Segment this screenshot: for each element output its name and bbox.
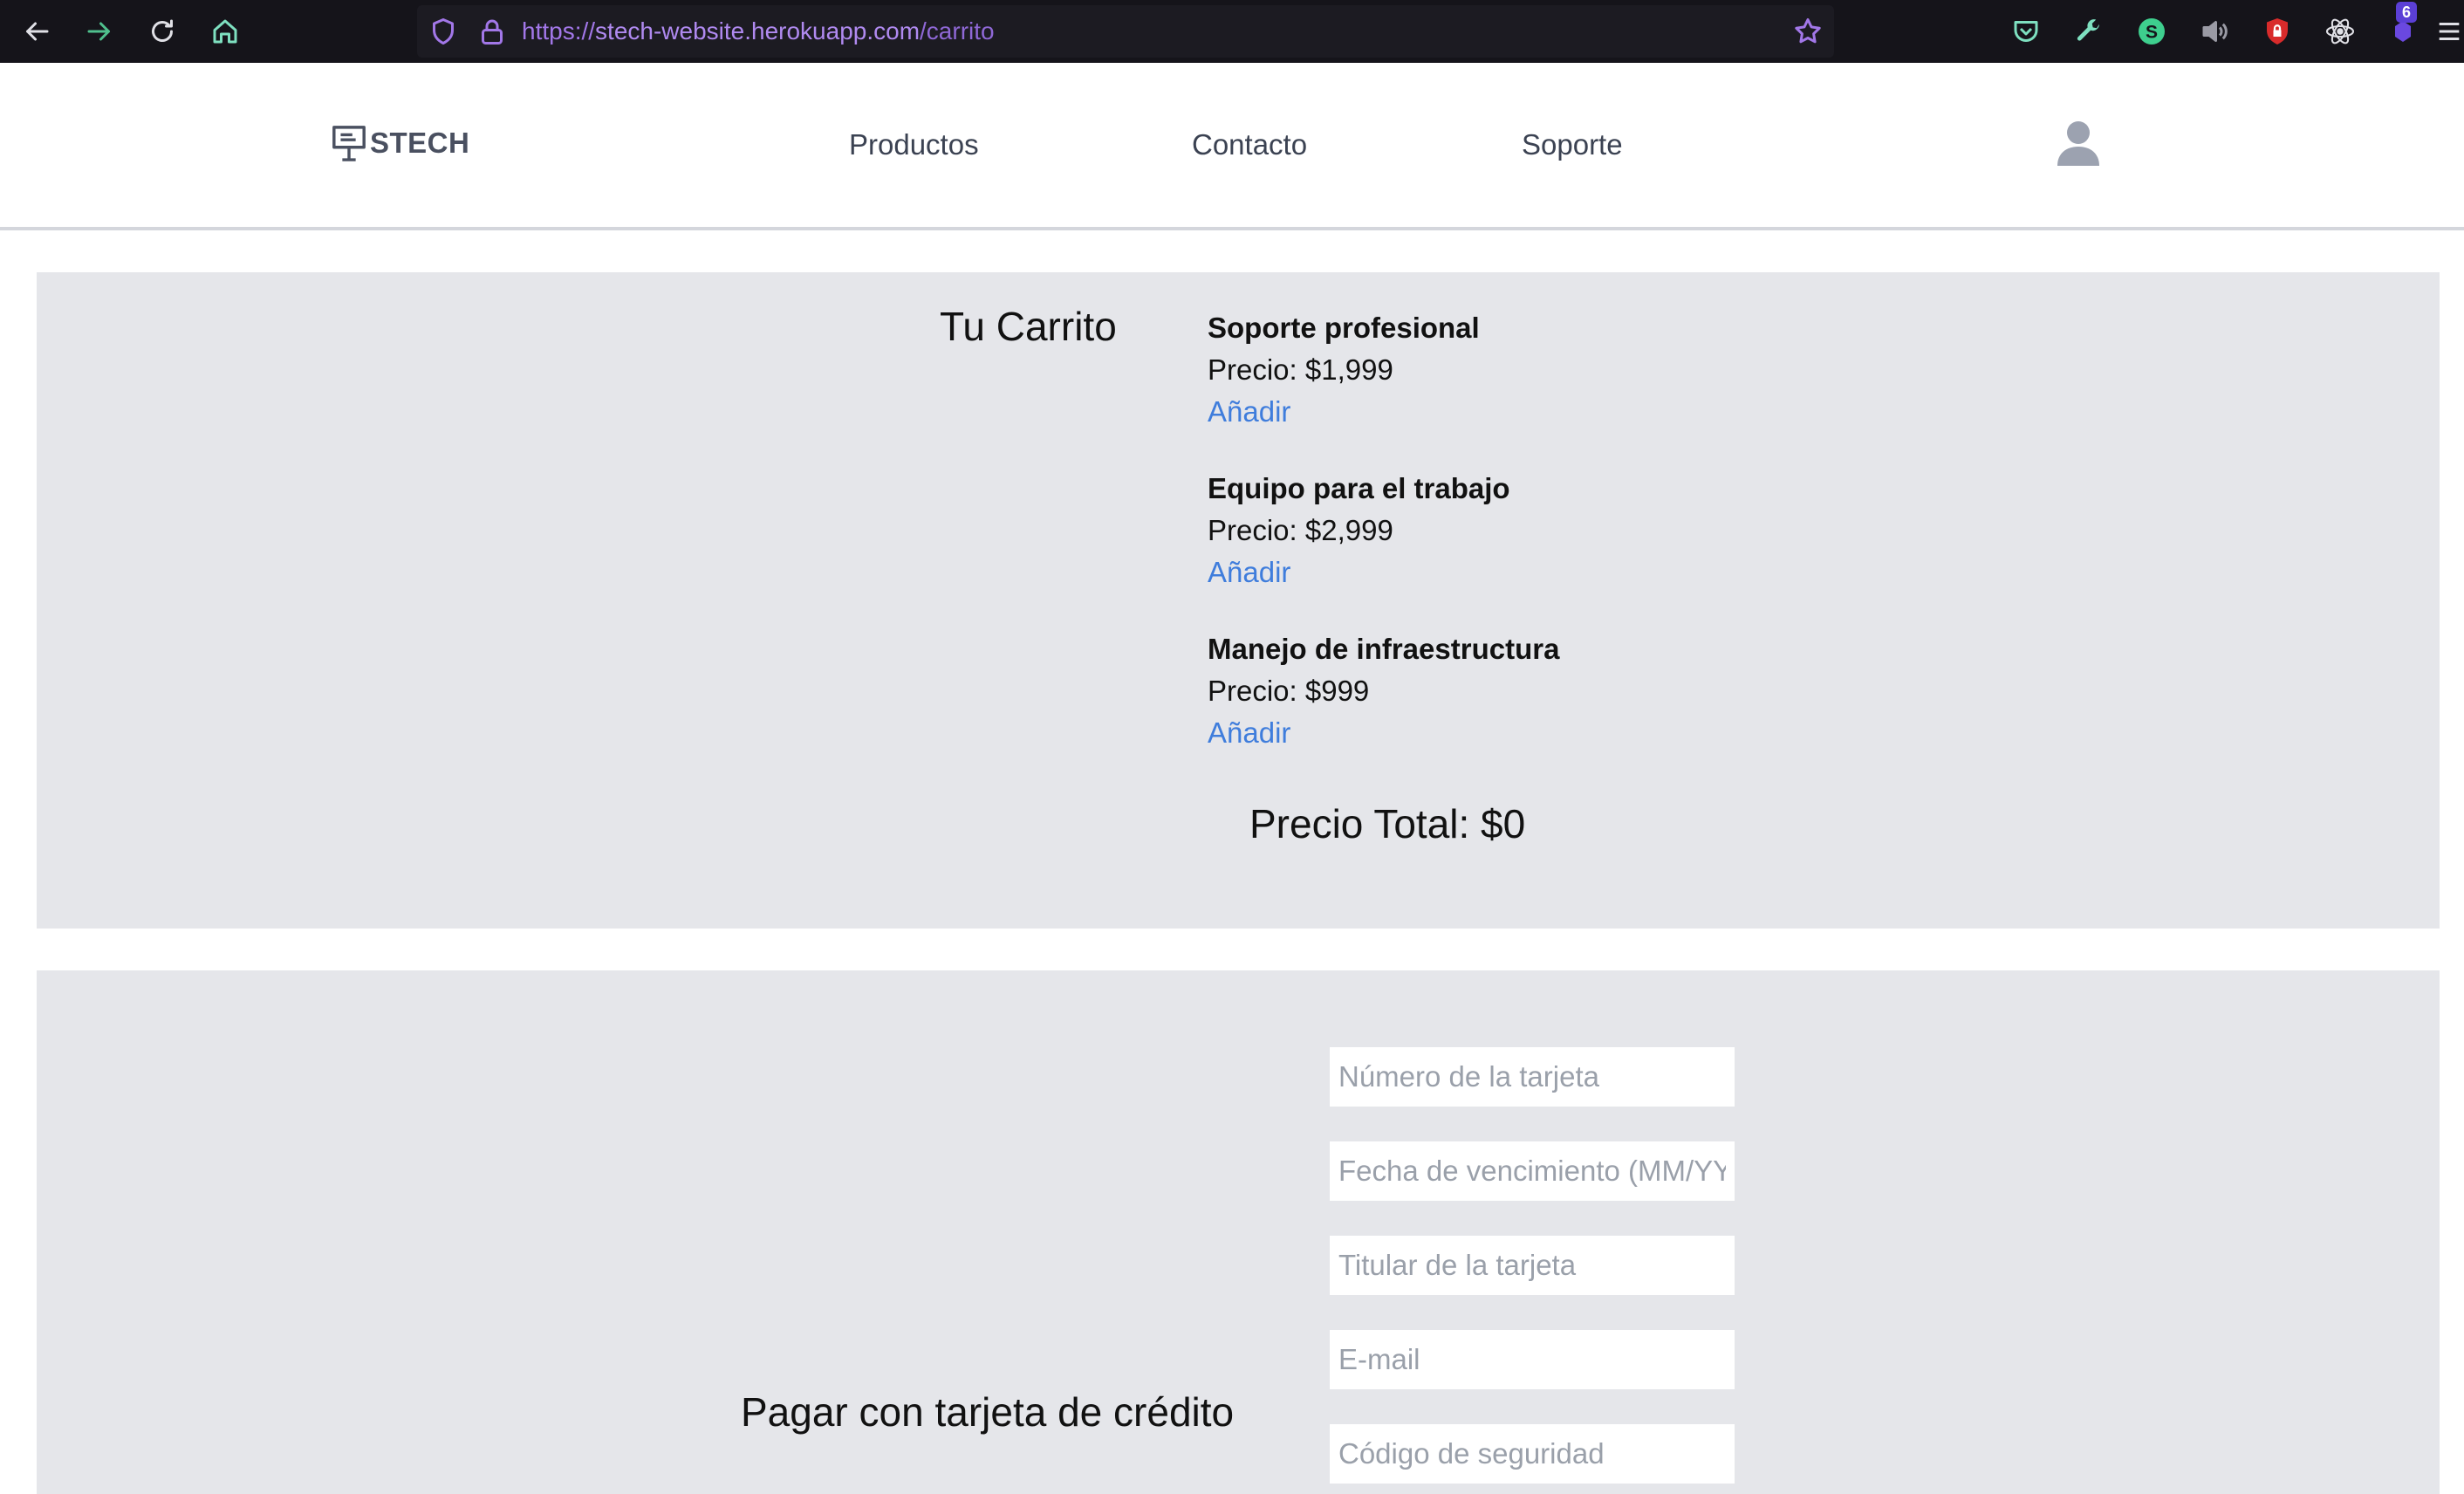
wrench-icon[interactable]: [2068, 10, 2110, 52]
user-account-icon[interactable]: [2057, 120, 2099, 166]
cardholder-field[interactable]: [1330, 1236, 1735, 1295]
add-to-cart-link[interactable]: Añadir: [1208, 391, 1290, 433]
nav-soporte[interactable]: Soporte: [1522, 127, 1623, 162]
product-item: Soporte profesional Precio: $1,999 Añadi…: [1208, 307, 1818, 433]
menu-icon[interactable]: [2434, 10, 2464, 52]
bookmark-star-icon[interactable]: [1787, 10, 1829, 52]
lock-icon[interactable]: [471, 10, 513, 52]
nav-productos[interactable]: Productos: [849, 127, 979, 162]
svg-text:S: S: [2146, 23, 2158, 43]
adblock-shield-icon[interactable]: [2256, 10, 2298, 52]
add-to-cart-link[interactable]: Añadir: [1208, 552, 1290, 593]
logo-text: STECH: [370, 127, 470, 159]
reload-icon[interactable]: [141, 10, 183, 52]
product-item: Manejo de infraestructura Precio: $999 A…: [1208, 628, 1818, 754]
react-devtools-icon[interactable]: [2319, 10, 2361, 52]
product-name: Manejo de infraestructura: [1208, 633, 1560, 665]
url-text[interactable]: https://stech-website.herokuapp.com/carr…: [522, 12, 995, 51]
nav-contacto[interactable]: Contacto: [1192, 127, 1307, 162]
forward-arrow-icon[interactable]: [79, 10, 120, 52]
s-extension-icon[interactable]: S: [2131, 10, 2173, 52]
email-field[interactable]: [1330, 1330, 1735, 1389]
card-number-field[interactable]: [1330, 1047, 1735, 1107]
security-code-field[interactable]: [1330, 1424, 1735, 1484]
speaker-icon[interactable]: [2194, 10, 2235, 52]
pocket-icon[interactable]: [2005, 10, 2047, 52]
monitor-icon: [332, 125, 366, 161]
expiry-date-field[interactable]: [1330, 1141, 1735, 1201]
total-price: Precio Total: $0: [1249, 801, 1526, 846]
payment-section: [37, 970, 2440, 1494]
product-price: Precio: $2,999: [1208, 514, 1393, 546]
add-to-cart-link[interactable]: Añadir: [1208, 712, 1290, 754]
product-name: Soporte profesional: [1208, 312, 1480, 344]
tracking-shield-icon[interactable]: [422, 10, 464, 52]
product-price: Precio: $1,999: [1208, 353, 1393, 386]
payment-title: Pagar con tarjeta de crédito: [741, 1389, 1235, 1435]
logo[interactable]: STECH: [332, 125, 469, 161]
cart-title: Tu Carrito: [940, 304, 1117, 349]
product-price: Precio: $999: [1208, 675, 1370, 707]
url-path: /carrito: [920, 17, 995, 45]
product-item: Equipo para el trabajo Precio: $2,999 Añ…: [1208, 468, 1818, 593]
product-name: Equipo para el trabajo: [1208, 472, 1510, 504]
back-arrow-icon[interactable]: [16, 10, 58, 52]
site-header: STECH Productos Contacto Soporte: [0, 63, 2464, 230]
url-host: stech-website.herokuapp.com: [595, 17, 921, 45]
home-icon[interactable]: [204, 10, 246, 52]
extension-badge: 6: [2396, 2, 2417, 23]
url-scheme: https://: [522, 17, 596, 45]
browser-toolbar: https://stech-website.herokuapp.com/carr…: [0, 0, 2464, 63]
